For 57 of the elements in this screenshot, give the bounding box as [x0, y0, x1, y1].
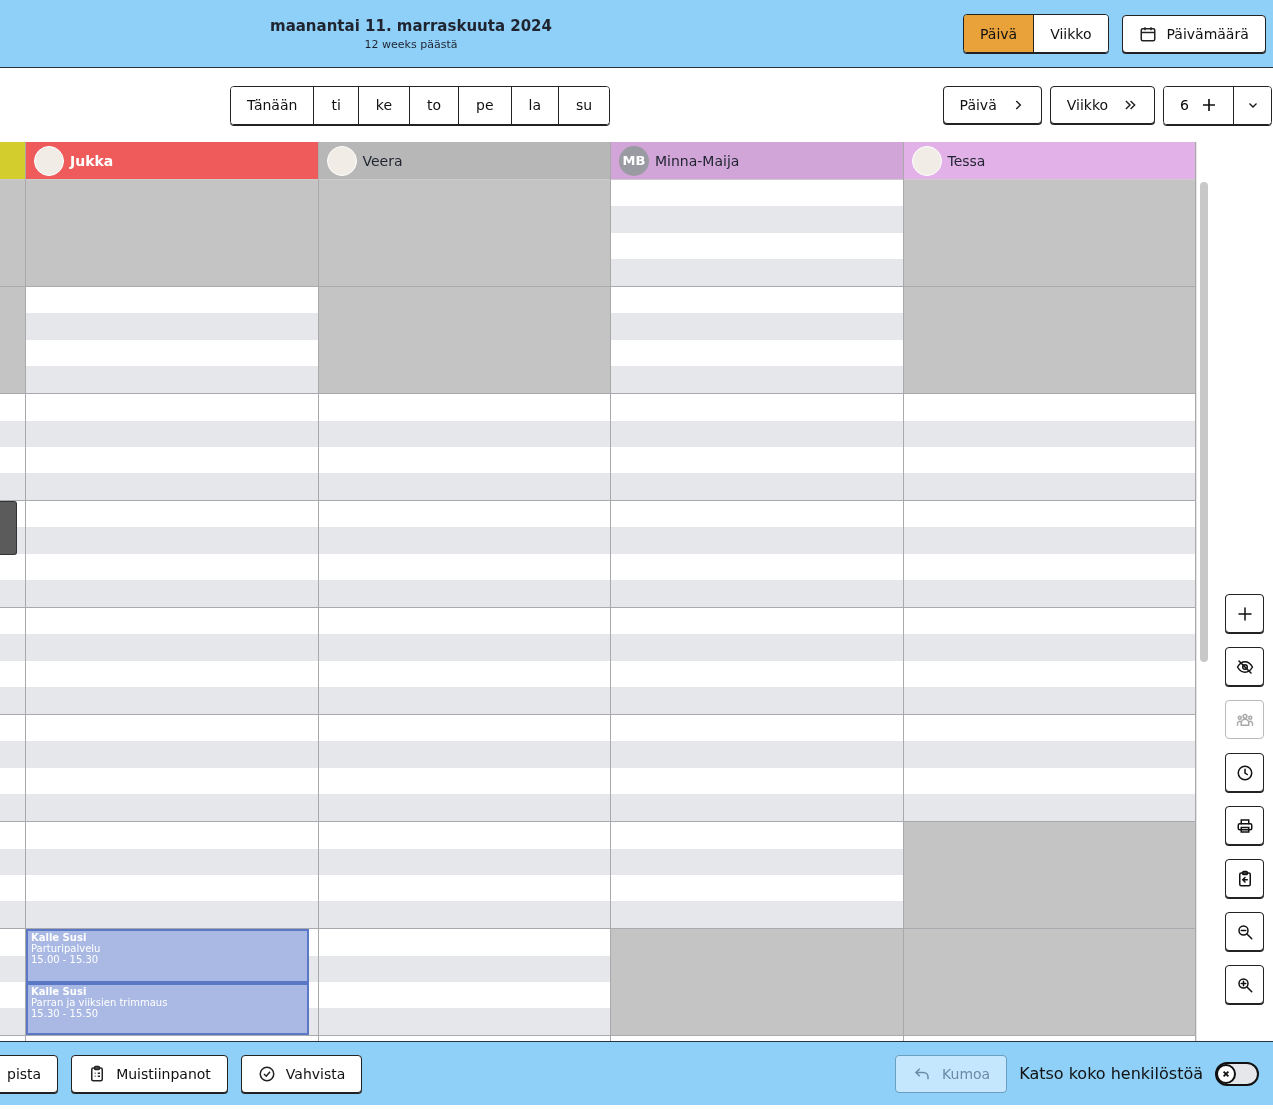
customer-name: Kalle Susi: [31, 986, 88, 997]
staff-name: Veera: [362, 152, 403, 169]
day-button[interactable]: su: [558, 86, 610, 124]
unavailable-slot[interactable]: [611, 929, 903, 1036]
unavailable-slot[interactable]: [903, 180, 1195, 287]
close-icon: [1222, 1069, 1230, 1078]
unavailable-slot[interactable]: [903, 287, 1195, 394]
action-button[interactable]: pista: [0, 1054, 59, 1093]
appointment-time: 15.30 - 15.50: [31, 1008, 100, 1019]
calendar-icon: [1138, 24, 1157, 43]
zoom-out-button[interactable]: [1225, 912, 1264, 951]
avatar-initials: MB: [619, 145, 649, 176]
toggle-switch[interactable]: [1215, 1061, 1259, 1086]
zoom-in-button[interactable]: [1225, 965, 1264, 1004]
avatar-circle: [911, 145, 942, 176]
check-circle-icon: [257, 1064, 276, 1083]
print-button[interactable]: [1225, 806, 1264, 845]
notes-button[interactable]: Muistiinpanot: [71, 1054, 228, 1093]
add-button[interactable]: [1225, 594, 1264, 633]
staff-name: Tessa: [947, 152, 986, 169]
unavailable-slot[interactable]: [318, 287, 610, 394]
scrollbar-thumb[interactable]: [1199, 182, 1208, 662]
date-title: maanantai 11. marraskuuta 2024: [269, 16, 553, 35]
appointment-time: 15.00 - 15.30: [31, 954, 99, 965]
step-forward-button[interactable]: Viikko: [1049, 85, 1156, 124]
view-tab[interactable]: Päivä: [964, 15, 1034, 52]
zoom-out-icon: [1235, 922, 1254, 941]
unavailable-slot[interactable]: [318, 180, 610, 287]
staff-name: Minna-Maija: [655, 152, 740, 169]
unavailable-slot[interactable]: [0, 287, 25, 394]
eye-slash-icon: [1235, 657, 1254, 676]
plus-icon: [1235, 604, 1254, 623]
toggle-label: Katso koko henkilöstöä: [1019, 1064, 1203, 1083]
step-forward-button[interactable]: Päivä: [942, 85, 1042, 124]
unavailable-slot[interactable]: [903, 929, 1195, 1036]
service-name: Parran ja viiksien trimmaus: [31, 997, 169, 1008]
avatar-circle: [326, 145, 357, 176]
dropdown-button[interactable]: [1233, 86, 1271, 124]
printer-icon: [1235, 816, 1254, 835]
customer-name: Kalle Susi: [31, 932, 88, 943]
zoom-in-icon: [1235, 975, 1254, 994]
plus-icon: [1201, 97, 1217, 113]
hour-slot[interactable]: [0, 501, 25, 608]
confirm-button[interactable]: Vahvista: [240, 1054, 363, 1093]
unavailable-slot[interactable]: [0, 180, 25, 287]
clock-button[interactable]: [1225, 753, 1264, 792]
staff-name: Jukka: [70, 152, 114, 169]
hide-button[interactable]: [1225, 647, 1264, 686]
unavailable-slot[interactable]: [903, 822, 1195, 929]
clock-icon: [1235, 763, 1254, 782]
view-tab[interactable]: Viikko: [1033, 15, 1108, 52]
date-subtitle: 12 weeks päästä: [363, 37, 459, 51]
service-name: Parturipalvelu: [31, 943, 102, 954]
date-picker-button[interactable]: Päivämäärä: [1121, 14, 1266, 53]
paste-button[interactable]: [1225, 859, 1264, 898]
unavailable-slot[interactable]: [26, 180, 318, 287]
avatar-circle: [34, 145, 64, 176]
